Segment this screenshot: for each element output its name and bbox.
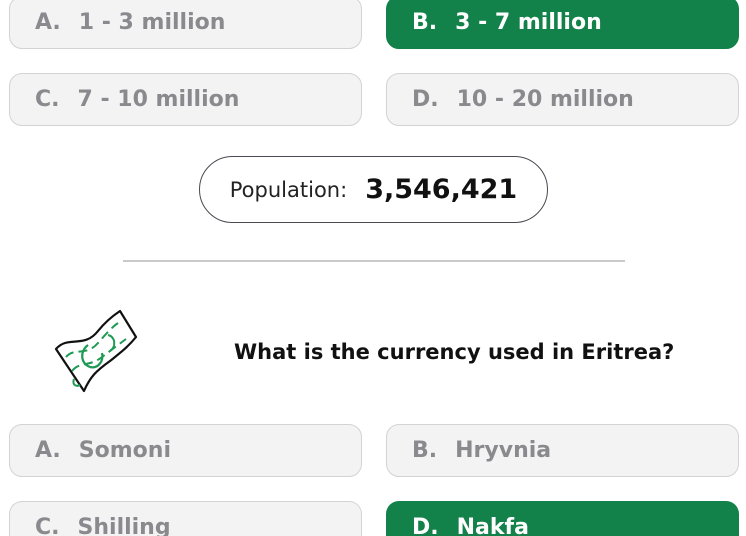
q1-option-d[interactable]: D. 10 - 20 million — [386, 73, 739, 126]
q1-option-c[interactable]: C. 7 - 10 million — [9, 73, 362, 126]
q1-option-b[interactable]: B. 3 - 7 million — [386, 0, 739, 49]
option-text: 7 - 10 million — [77, 87, 240, 112]
option-letter: A. — [35, 438, 61, 463]
quiz-screen: A. 1 - 3 million B. 3 - 7 million C. 7 -… — [0, 0, 746, 536]
option-letter: C. — [35, 515, 60, 536]
option-text: Hryvnia — [455, 438, 552, 463]
option-text: Shilling — [77, 515, 171, 536]
population-value: 3,546,421 — [365, 174, 518, 205]
q2-option-d[interactable]: D. Nakfa — [386, 501, 739, 536]
population-label: Population: — [229, 177, 348, 202]
q2-option-a[interactable]: A. Somoni — [9, 424, 362, 477]
option-text: 1 - 3 million — [78, 10, 226, 35]
population-answer: Population: 3,546,421 — [199, 156, 548, 223]
option-letter: C. — [35, 87, 60, 112]
option-text: 3 - 7 million — [455, 10, 602, 35]
option-text: 10 - 20 million — [456, 87, 634, 112]
question-text: What is the currency used in Eritrea? — [234, 340, 675, 364]
option-letter: D. — [412, 87, 439, 112]
option-letter: B. — [412, 10, 438, 35]
option-letter: A. — [35, 10, 61, 35]
q1-option-a[interactable]: A. 1 - 3 million — [9, 0, 362, 49]
option-letter: B. — [412, 438, 438, 463]
q2-option-b[interactable]: B. Hryvnia — [386, 424, 739, 477]
option-text: Somoni — [78, 438, 171, 463]
option-letter: D. — [412, 515, 439, 536]
q2-option-c[interactable]: C. Shilling — [9, 501, 362, 536]
option-text: Nakfa — [456, 515, 529, 536]
section-divider — [123, 260, 625, 262]
banknote-icon — [50, 305, 142, 397]
